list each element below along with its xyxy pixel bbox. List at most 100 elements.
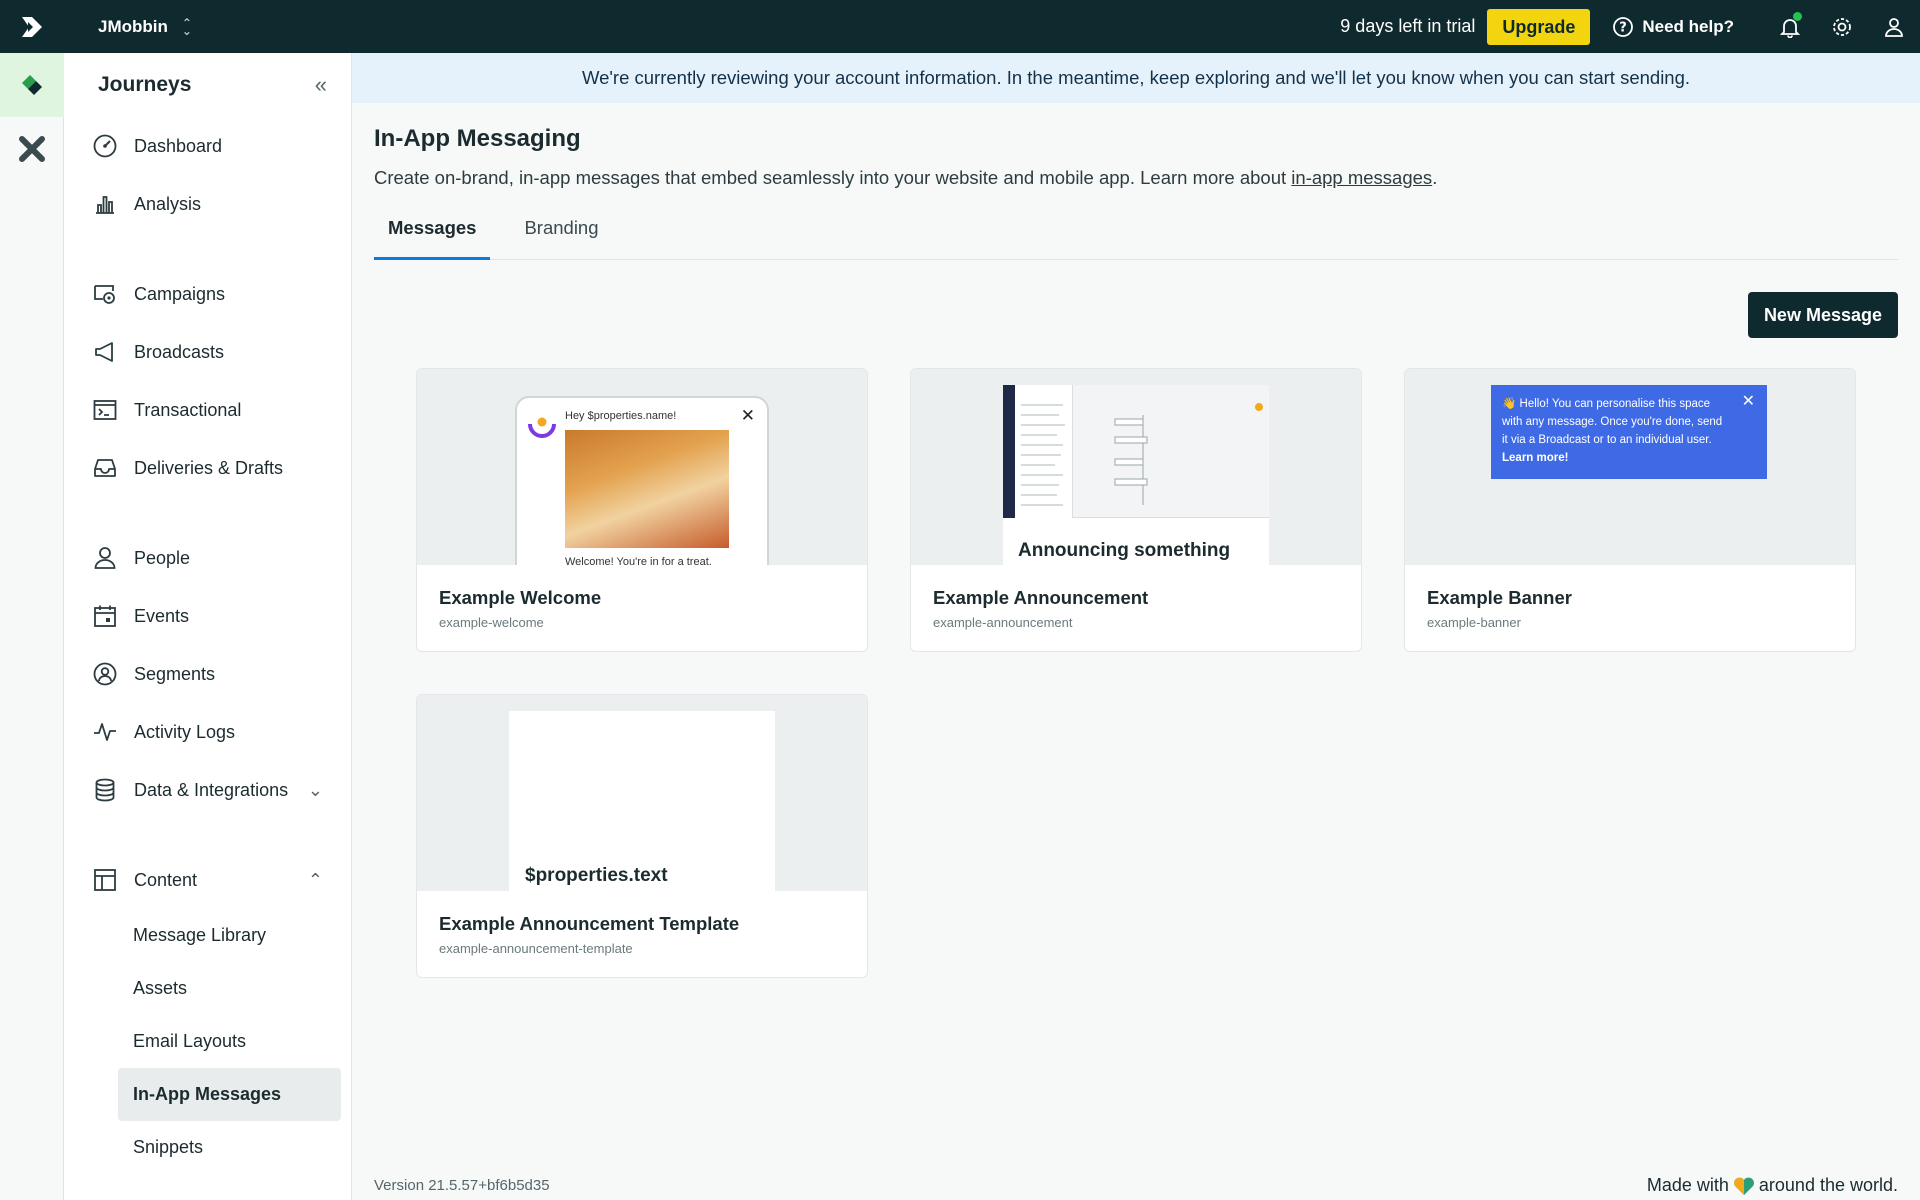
message-grid: Hey $properties.name! ✕ Welcome! You're …: [416, 368, 1898, 978]
rail-design-studio[interactable]: [0, 117, 64, 181]
preview-headline: Announcing something: [1018, 540, 1231, 561]
trial-status: 9 days left in trial: [1340, 16, 1476, 36]
person-icon: [92, 545, 118, 571]
card-slug: example-banner: [1427, 615, 1521, 630]
sidebar-subitem-in-app-messages[interactable]: In-App Messages: [118, 1068, 341, 1121]
close-icon: ✕: [1741, 393, 1755, 410]
megaphone-icon: [92, 339, 118, 365]
tab-branding[interactable]: Branding: [510, 217, 612, 260]
sidebar-item-dashboard[interactable]: Dashboard: [64, 117, 351, 175]
help-label: Need help?: [1642, 16, 1734, 36]
sidebar-item-label: Campaigns: [134, 283, 226, 304]
card-slug: example-announcement: [933, 615, 1073, 630]
pulse-icon: [92, 719, 118, 745]
sidebar-item-label: Deliveries & Drafts: [134, 457, 284, 478]
notifications-button[interactable]: [1764, 0, 1816, 53]
banner-preview: 👋 Hello! You can personalise this space …: [1491, 385, 1767, 479]
collapse-sidebar-icon[interactable]: «: [315, 72, 327, 98]
brand-mark-icon: [528, 417, 556, 438]
upgrade-button[interactable]: Upgrade: [1487, 8, 1591, 45]
sidebar-item-data-integrations[interactable]: Data & Integrations ⌄: [64, 761, 351, 819]
message-card-welcome[interactable]: Hey $properties.name! ✕ Welcome! You're …: [416, 368, 868, 652]
app-logo-icon[interactable]: [0, 0, 64, 53]
tab-bar: Messages Branding: [374, 217, 1898, 260]
app-rail: [0, 53, 64, 1200]
preview-welcome-text: Welcome! You're in for a treat.: [565, 556, 712, 565]
tab-messages[interactable]: Messages: [374, 217, 491, 260]
card-title: Example Welcome: [439, 587, 602, 608]
chevron-down-icon: ⌄: [307, 779, 323, 800]
workspace-name: JMobbin: [98, 16, 168, 36]
layout-icon: [92, 867, 118, 893]
terminal-icon: [92, 397, 118, 423]
card-title: Example Announcement: [933, 587, 1149, 608]
sidebar-item-label: Transactional: [134, 399, 242, 420]
message-card-banner[interactable]: 👋 Hello! You can personalise this space …: [1404, 368, 1856, 652]
sidebar-item-label: Content: [134, 869, 198, 890]
database-icon: [92, 777, 118, 803]
close-icon: ✕: [740, 406, 755, 425]
made-with-note: Made with around the world.: [1646, 1175, 1898, 1195]
segment-icon: [92, 661, 118, 687]
gear-icon: [1833, 17, 1851, 36]
sidebar-item-people[interactable]: People: [64, 529, 351, 587]
sidebar-item-label: People: [134, 547, 191, 568]
workspace-switcher[interactable]: JMobbin ⌃ ⌄: [98, 17, 192, 37]
page-title: In-App Messaging: [374, 125, 581, 152]
in-app-messages-link[interactable]: in-app messages: [1291, 167, 1432, 188]
account-button[interactable]: [1868, 0, 1920, 53]
banner-text: 👋 Hello! You can personalise this space …: [1502, 398, 1723, 446]
gauge-icon: [92, 133, 118, 159]
main-content: We're currently reviewing your account i…: [352, 53, 1920, 1200]
version-label: Version 21.5.57+bf6b5d35: [374, 1177, 550, 1194]
sidebar-item-transactional[interactable]: Transactional: [64, 381, 351, 439]
sidebar-item-label: Analysis: [134, 193, 202, 214]
sidebar-item-broadcasts[interactable]: Broadcasts: [64, 323, 351, 381]
sidebar-item-campaigns[interactable]: Campaigns: [64, 265, 351, 323]
sidebar-item-label: Activity Logs: [134, 721, 236, 742]
message-card-announcement-template[interactable]: $properties.text Example Announcement Te…: [416, 694, 868, 978]
preview-template-text: $properties.text: [525, 865, 668, 886]
card-preview: Hey $properties.name! ✕ Welcome! You're …: [417, 369, 867, 565]
sidebar-item-events[interactable]: Events: [64, 587, 351, 645]
sidebar-item-segments[interactable]: Segments: [64, 645, 351, 703]
sidebar-subitem-message-library[interactable]: Message Library: [118, 909, 341, 962]
new-message-button[interactable]: New Message: [1747, 292, 1898, 338]
page-description: Create on-brand, in-app messages that em…: [374, 167, 1438, 188]
sidebar-item-analysis[interactable]: Analysis: [64, 175, 351, 233]
journeys-icon: [22, 75, 42, 95]
svg-text:?: ?: [1620, 20, 1628, 35]
calendar-icon: [92, 603, 118, 629]
help-button[interactable]: ? Need help?: [1612, 16, 1734, 38]
campaign-icon: [92, 281, 118, 307]
card-title: Example Banner: [1427, 587, 1572, 608]
message-card-announcement[interactable]: Announcing something Example Announcemen…: [910, 368, 1362, 652]
notification-dot: [1793, 12, 1802, 21]
sidebar-subitem-email-layouts[interactable]: Email Layouts: [118, 1015, 341, 1068]
updown-chevron-icon: ⌃ ⌄: [181, 15, 192, 38]
sidebar-subitem-assets[interactable]: Assets: [118, 962, 341, 1015]
sidebar-item-activity-logs[interactable]: Activity Logs: [64, 703, 351, 761]
rail-journeys[interactable]: [0, 53, 64, 117]
chevron-up-icon: ⌃: [307, 869, 323, 890]
sidebar-item-label: Data & Integrations: [134, 779, 289, 800]
card-preview: Announcing something: [911, 369, 1361, 565]
sidebar-item-content[interactable]: Content ⌃: [64, 851, 351, 909]
heart-icon: [1733, 1177, 1754, 1195]
app-screenshot-thumbnail: [1003, 385, 1269, 518]
user-icon: [1885, 17, 1903, 37]
top-bar: JMobbin ⌃ ⌄ 9 days left in trial Upgrade …: [0, 0, 1920, 53]
x-shape-icon: [19, 136, 45, 162]
sidebar-subitem-snippets[interactable]: Snippets: [118, 1121, 341, 1174]
sidebar: Journeys « Dashboard Analysis Campaigns …: [64, 53, 352, 1200]
sidebar-item-label: Broadcasts: [134, 341, 225, 362]
card-slug: example-welcome: [439, 615, 544, 630]
settings-button[interactable]: [1816, 0, 1868, 53]
card-preview: $properties.text: [417, 695, 867, 891]
inbox-icon: [92, 455, 118, 481]
sidebar-item-deliveries[interactable]: Deliveries & Drafts: [64, 439, 351, 497]
card-title: Example Announcement Template: [439, 913, 740, 934]
bar-chart-icon: [92, 191, 118, 217]
sidebar-item-label: Segments: [134, 663, 216, 684]
puppy-photo: [565, 430, 729, 548]
